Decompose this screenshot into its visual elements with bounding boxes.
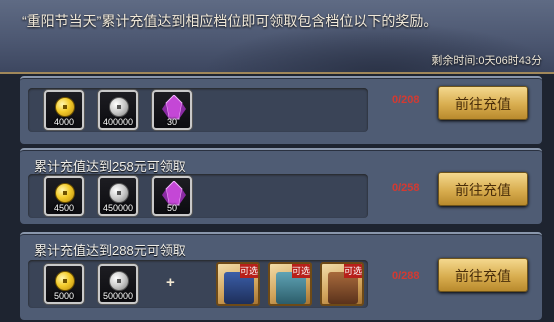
- banner-description: “重阳节当天”累计充值达到相应档位即可领取包含档位以下的奖励。: [22, 13, 438, 29]
- tier-title: 累计充值达到258元可领取: [34, 159, 186, 174]
- optional-tag: 可选: [240, 264, 259, 278]
- gold-coin-icon[interactable]: 4000: [44, 90, 84, 130]
- item-quantity: 4000: [53, 117, 75, 127]
- plus-sign: +: [166, 274, 175, 291]
- reward-tray: 4500 450000 50: [28, 174, 368, 218]
- reward-tier-1: 4000 400000 30 0/208 前往充值: [20, 76, 542, 144]
- silver-coin-icon[interactable]: 450000: [98, 176, 138, 216]
- gold-coin-icon[interactable]: 4500: [44, 176, 84, 216]
- item-quantity: 400000: [102, 117, 134, 127]
- item-quantity: 450000: [102, 203, 134, 213]
- reward-tier-3: 累计充值达到288元可领取 5000 500000 + 可选 可选 可选 0/2…: [20, 232, 542, 320]
- tier-title: 累计充值达到288元可领取: [34, 243, 186, 258]
- purple-crystal-icon[interactable]: 30: [152, 90, 192, 130]
- reward-tray: 4000 400000 30: [28, 88, 368, 132]
- item-quantity: 30: [166, 117, 177, 127]
- recharge-button[interactable]: 前往充值: [438, 86, 528, 120]
- countdown-timer: 剩余时间:0天06时43分: [431, 55, 542, 67]
- reward-tier-2: 累计充值达到258元可领取 4500 450000 50 0/258 前往充值: [20, 148, 542, 224]
- event-banner: “重阳节当天”累计充值达到相应档位即可领取包含档位以下的奖励。 剩余时间:0天0…: [0, 0, 554, 74]
- purple-crystal-icon[interactable]: 50: [152, 176, 192, 216]
- optional-tag: 可选: [292, 264, 311, 278]
- recharge-button[interactable]: 前往充值: [438, 172, 528, 206]
- recharge-button[interactable]: 前往充值: [438, 258, 528, 292]
- item-quantity: 50: [166, 203, 177, 213]
- progress-text: 0/208: [392, 94, 420, 106]
- gold-coin-icon[interactable]: 5000: [44, 264, 84, 304]
- silver-coin-icon[interactable]: 500000: [98, 264, 138, 304]
- item-quantity: 5000: [53, 291, 75, 301]
- progress-text: 0/288: [392, 270, 420, 282]
- optional-tag: 可选: [344, 264, 363, 278]
- item-quantity: 4500: [53, 203, 75, 213]
- item-quantity: 500000: [102, 291, 134, 301]
- hero-card-icon[interactable]: 可选: [320, 262, 364, 306]
- progress-text: 0/258: [392, 182, 420, 194]
- hero-card-icon[interactable]: 可选: [268, 262, 312, 306]
- reward-tray: 5000 500000 + 可选 可选 可选: [28, 260, 368, 308]
- hero-card-icon[interactable]: 可选: [216, 262, 260, 306]
- silver-coin-icon[interactable]: 400000: [98, 90, 138, 130]
